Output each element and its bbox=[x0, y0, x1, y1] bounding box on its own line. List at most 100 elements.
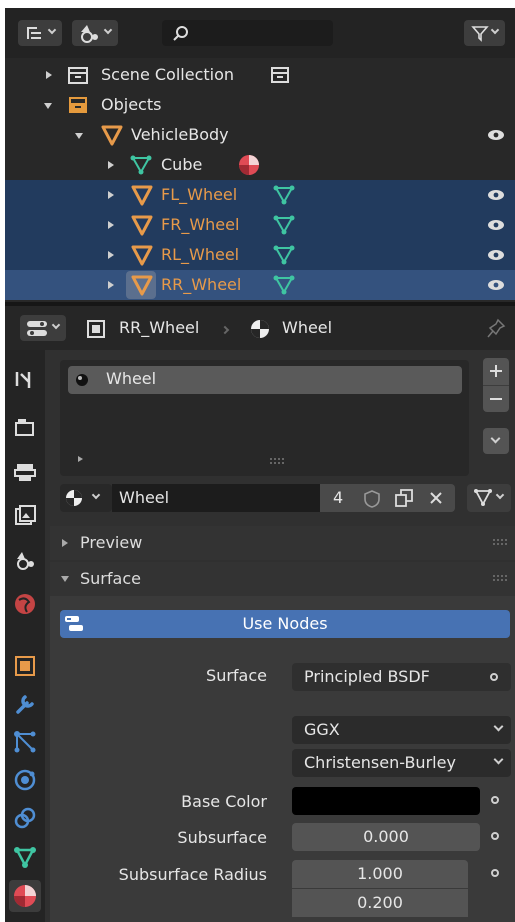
outliner-row-vehiclebody[interactable]: VehicleBody bbox=[5, 120, 515, 150]
subsurface-method-dropdown[interactable]: Christensen-Burley bbox=[292, 749, 511, 777]
tab-physics[interactable] bbox=[9, 764, 41, 796]
tab-object[interactable] bbox=[9, 650, 41, 682]
eye-icon[interactable] bbox=[487, 249, 505, 261]
mesh-data-icon bbox=[14, 847, 36, 868]
object-mesh-icon bbox=[131, 275, 153, 296]
search-icon bbox=[173, 26, 188, 41]
object-mesh-icon bbox=[101, 125, 123, 146]
outliner-row-fr-wheel[interactable]: FR_Wheel bbox=[5, 210, 515, 240]
object-mesh-icon bbox=[131, 185, 153, 206]
drag-grip-icon[interactable] bbox=[493, 575, 507, 581]
outliner-row-fl-wheel[interactable]: FL_Wheel bbox=[5, 180, 515, 210]
use-nodes-button[interactable]: Use Nodes bbox=[60, 610, 510, 638]
object-orange-icon bbox=[15, 656, 35, 676]
funnel-icon bbox=[471, 26, 489, 42]
tab-constraints[interactable] bbox=[9, 802, 41, 834]
tab-output[interactable] bbox=[9, 456, 41, 488]
slot-add-remove-group bbox=[483, 358, 509, 412]
render-camera-icon bbox=[15, 419, 34, 436]
eye-icon[interactable] bbox=[487, 129, 505, 141]
tab-particles[interactable] bbox=[9, 726, 41, 758]
resize-grip-icon[interactable] bbox=[269, 458, 289, 464]
filter-dropdown[interactable] bbox=[464, 20, 505, 46]
mesh-data-icon bbox=[273, 275, 295, 295]
properties-header: RR_Wheel Wheel bbox=[5, 306, 515, 350]
surface-shader-field[interactable]: Principled BSDF bbox=[292, 663, 511, 691]
remove-slot-button[interactable] bbox=[483, 385, 509, 412]
collapse-arrow-icon[interactable] bbox=[75, 133, 83, 139]
row-label: Objects bbox=[101, 95, 162, 114]
surface-label: Surface bbox=[206, 666, 267, 685]
subsurface-radius-y-field[interactable]: 0.200 bbox=[292, 889, 468, 917]
expand-arrow-icon[interactable] bbox=[108, 251, 114, 259]
add-slot-button[interactable] bbox=[483, 358, 509, 385]
material-icon bbox=[14, 885, 36, 907]
socket-dot-icon[interactable] bbox=[491, 869, 499, 877]
eye-icon[interactable] bbox=[487, 279, 505, 291]
display-mode-dropdown[interactable] bbox=[18, 20, 62, 46]
socket-dot-icon[interactable] bbox=[491, 832, 499, 840]
distribution-dropdown[interactable]: GGX bbox=[292, 716, 511, 744]
subsurface-field[interactable]: 0.000 bbox=[292, 823, 480, 851]
outliner-row-rr-wheel[interactable]: RR_Wheel bbox=[5, 270, 515, 300]
subsurface-radius-x: 1.000 bbox=[357, 864, 403, 883]
pin-icon[interactable] bbox=[486, 318, 506, 340]
editor-type-dropdown[interactable] bbox=[20, 315, 66, 341]
fake-user-shield-icon[interactable] bbox=[362, 489, 382, 509]
base-color-label: Base Color bbox=[181, 792, 267, 811]
drag-grip-icon[interactable] bbox=[493, 539, 507, 545]
physics-orbit-icon bbox=[14, 769, 36, 791]
row-label: FR_Wheel bbox=[161, 215, 240, 234]
outliner-row-cube[interactable]: Cube bbox=[5, 150, 515, 180]
slot-label: Wheel bbox=[106, 369, 157, 388]
collapse-arrow-icon bbox=[61, 576, 69, 582]
material-slot-item[interactable]: Wheel bbox=[68, 366, 462, 394]
filter-type-dropdown[interactable] bbox=[72, 20, 118, 46]
material-name-field[interactable]: Wheel bbox=[112, 484, 320, 512]
row-label: VehicleBody bbox=[131, 125, 229, 144]
user-count-button[interactable]: 4 bbox=[320, 484, 356, 512]
preview-panel-header[interactable]: Preview bbox=[50, 526, 515, 560]
subsurface-radius-y: 0.200 bbox=[357, 893, 403, 912]
expand-arrow-icon[interactable] bbox=[108, 161, 114, 169]
chevron-down-icon bbox=[91, 490, 101, 500]
slot-specials-dropdown[interactable] bbox=[483, 428, 509, 454]
eye-icon[interactable] bbox=[487, 219, 505, 231]
tab-material[interactable] bbox=[9, 880, 41, 912]
link-mode-dropdown[interactable] bbox=[467, 484, 511, 512]
mesh-data-icon bbox=[474, 489, 492, 506]
eye-icon[interactable] bbox=[487, 189, 505, 201]
tab-tool[interactable] bbox=[9, 364, 41, 396]
tab-modifiers[interactable] bbox=[9, 688, 41, 720]
mesh-data-icon bbox=[273, 245, 295, 265]
search-input[interactable] bbox=[162, 20, 333, 46]
wrench-icon bbox=[16, 695, 34, 714]
base-color-swatch[interactable] bbox=[292, 787, 480, 815]
tab-world[interactable] bbox=[9, 588, 41, 620]
outliner-editor: Scene Collection Objects VehicleBody Cub… bbox=[5, 8, 515, 302]
subsurface-radius-x-field[interactable]: 1.000 bbox=[292, 860, 468, 888]
expand-arrow-icon[interactable] bbox=[108, 281, 114, 289]
chevron-down-icon bbox=[103, 25, 113, 35]
duplicate-icon[interactable] bbox=[394, 488, 414, 508]
outliner-row-objects[interactable]: Objects bbox=[5, 90, 515, 120]
expand-arrow-icon[interactable] bbox=[46, 71, 52, 79]
surface-panel-header[interactable]: Surface bbox=[50, 562, 515, 596]
collapse-arrow-icon[interactable] bbox=[44, 103, 52, 109]
expand-arrow-icon[interactable] bbox=[108, 221, 114, 229]
browse-material-button[interactable] bbox=[60, 484, 112, 512]
expand-arrow-icon[interactable] bbox=[108, 191, 114, 199]
object-mesh-icon bbox=[131, 245, 153, 266]
tab-object-data[interactable] bbox=[9, 842, 41, 874]
outliner-row-rl-wheel[interactable]: RL_Wheel bbox=[5, 240, 515, 270]
material-sphere-icon bbox=[66, 490, 82, 506]
tab-render[interactable] bbox=[9, 412, 41, 444]
tab-view-layer[interactable] bbox=[9, 500, 41, 532]
list-options-arrow-icon[interactable] bbox=[78, 456, 83, 462]
outliner-row-scene-collection[interactable]: Scene Collection bbox=[5, 60, 515, 90]
unlink-x-icon[interactable] bbox=[428, 490, 444, 506]
socket-dot-icon[interactable] bbox=[491, 796, 499, 804]
tab-scene[interactable] bbox=[9, 544, 41, 576]
properties-tabs bbox=[5, 350, 45, 922]
printer-icon bbox=[14, 464, 36, 481]
